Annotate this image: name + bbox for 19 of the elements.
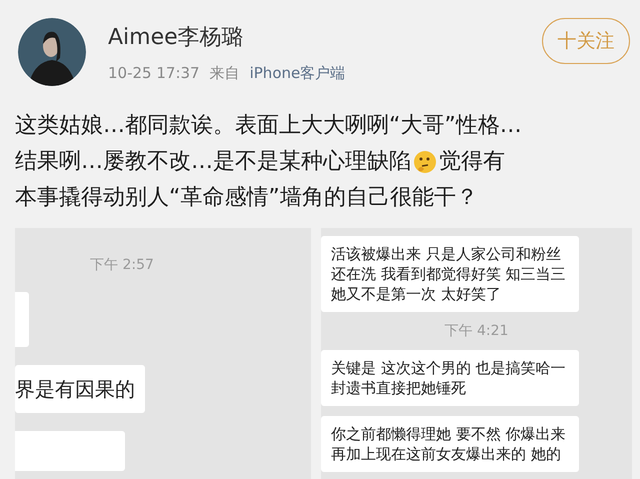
thinking-face-icon xyxy=(413,150,437,174)
chat-bubble: 活该被爆出来 只是人家公司和粉丝还在洗 我看到都觉得好笑 知三当三她又不是第一次 太好笑了 xyxy=(321,236,579,312)
chat-screenshot[interactable]: 下午 2:57 界是有因果的 xyxy=(15,228,311,479)
chat-bubble xyxy=(15,292,29,347)
author-name[interactable]: Aimee李杨璐 xyxy=(108,22,542,52)
chat-bubble: 关键是 这次这个男的 也是搞笑哈一封遗书直接把她锤死 xyxy=(321,350,579,406)
chat-screenshot[interactable]: 活该被爆出来 只是人家公司和粉丝还在洗 我看到都觉得好笑 知三当三她又不是第一次 太好笑了 下午 4:21 关键是 这次这个男的 也是搞笑哈一封遗书直接把她锤死 你之前都懒得理她 要不然 你爆出来再加上现在这前女友爆出来的 她的 xyxy=(321,228,632,479)
post-time: 10-25 17:37 xyxy=(108,64,200,83)
post-text: 这类姑娘…都同款诶。表面上大大咧咧“大哥”性格… xyxy=(15,112,522,140)
source-label: 来自 xyxy=(210,64,240,83)
avatar-placeholder[interactable] xyxy=(18,18,86,86)
chat-bubble: 你之前都懒得理她 要不然 你爆出来再加上现在这前女友爆出来的 她的 xyxy=(321,416,579,472)
post-text: 觉得有 xyxy=(439,148,505,176)
post-text: 结果咧…屡教不改…是不是某种心理缺陷 xyxy=(15,148,411,176)
chat-time: 下午 2:57 xyxy=(89,256,155,274)
chat-bubble: 界是有因果的 xyxy=(15,365,145,413)
chat-time: 下午 4:21 xyxy=(444,322,510,340)
source-link[interactable]: iPhone客户端 xyxy=(250,64,346,83)
post-text: 本事撬得动别人“革命感情”墙角的自己很能干？ xyxy=(15,184,478,212)
